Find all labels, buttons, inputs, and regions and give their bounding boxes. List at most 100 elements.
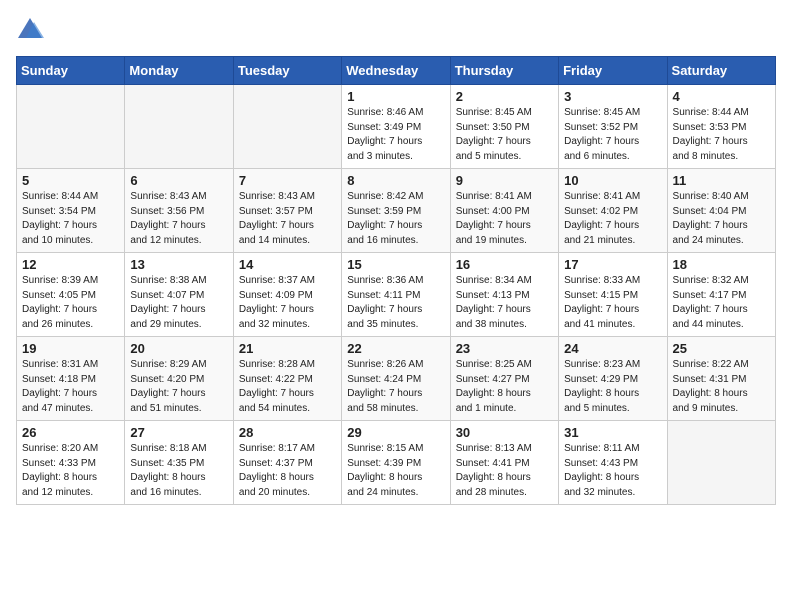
day-number: 7	[239, 173, 336, 188]
day-number: 9	[456, 173, 553, 188]
calendar-week-row: 19Sunrise: 8:31 AM Sunset: 4:18 PM Dayli…	[17, 337, 776, 421]
day-number: 1	[347, 89, 444, 104]
day-info: Sunrise: 8:41 AM Sunset: 4:02 PM Dayligh…	[564, 190, 661, 248]
day-info: Sunrise: 8:43 AM Sunset: 3:56 PM Dayligh…	[130, 190, 227, 248]
day-info: Sunrise: 8:18 AM Sunset: 4:35 PM Dayligh…	[130, 442, 227, 500]
day-number: 14	[239, 257, 336, 272]
calendar-cell: 25Sunrise: 8:22 AM Sunset: 4:31 PM Dayli…	[667, 337, 775, 421]
day-number: 29	[347, 425, 444, 440]
day-number: 20	[130, 341, 227, 356]
day-number: 23	[456, 341, 553, 356]
calendar-cell: 26Sunrise: 8:20 AM Sunset: 4:33 PM Dayli…	[17, 421, 125, 505]
day-info: Sunrise: 8:23 AM Sunset: 4:29 PM Dayligh…	[564, 358, 661, 416]
day-number: 27	[130, 425, 227, 440]
day-info: Sunrise: 8:13 AM Sunset: 4:41 PM Dayligh…	[456, 442, 553, 500]
calendar-cell: 3Sunrise: 8:45 AM Sunset: 3:52 PM Daylig…	[559, 85, 667, 169]
calendar-cell	[17, 85, 125, 169]
calendar-cell: 17 Sunrise: 8:33 AM Sunset: 4:15 PM Dayli…	[559, 253, 667, 337]
calendar-cell: 7 Sunrise: 8:43 AM Sunset: 3:57 PM Daylig…	[233, 169, 341, 253]
day-info: Sunrise: 8:36 AM Sunset: 4:11 PM Dayligh…	[347, 274, 444, 332]
calendar-cell: 4Sunrise: 8:44 AM Sunset: 3:53 PM Daylig…	[667, 85, 775, 169]
weekday-header: Saturday	[667, 57, 775, 85]
logo-icon	[16, 16, 44, 44]
day-number: 31	[564, 425, 661, 440]
day-number: 22	[347, 341, 444, 356]
calendar-cell: 6 Sunrise: 8:43 AM Sunset: 3:56 PM Daylig…	[125, 169, 233, 253]
day-info: Sunrise: 8:17 AM Sunset: 4:37 PM Dayligh…	[239, 442, 336, 500]
day-info: Sunrise: 8:11 AM Sunset: 4:43 PM Dayligh…	[564, 442, 661, 500]
calendar-cell: 23 Sunrise: 8:25 AM Sunset: 4:27 PM Dayli…	[450, 337, 558, 421]
calendar: SundayMondayTuesdayWednesdayThursdayFrid…	[16, 56, 776, 505]
weekday-header-row: SundayMondayTuesdayWednesdayThursdayFrid…	[17, 57, 776, 85]
logo	[16, 16, 48, 44]
day-number: 13	[130, 257, 227, 272]
day-info: Sunrise: 8:34 AM Sunset: 4:13 PM Dayligh…	[456, 274, 553, 332]
day-info: Sunrise: 8:29 AM Sunset: 4:20 PM Dayligh…	[130, 358, 227, 416]
calendar-cell: 27 Sunrise: 8:18 AM Sunset: 4:35 PM Dayli…	[125, 421, 233, 505]
day-number: 16	[456, 257, 553, 272]
calendar-cell: 19Sunrise: 8:31 AM Sunset: 4:18 PM Dayli…	[17, 337, 125, 421]
calendar-cell: 29 Sunrise: 8:15 AM Sunset: 4:39 PM Dayli…	[342, 421, 450, 505]
page-header	[16, 16, 776, 44]
day-number: 19	[22, 341, 119, 356]
calendar-cell: 21Sunrise: 8:28 AM Sunset: 4:22 PM Dayli…	[233, 337, 341, 421]
day-info: Sunrise: 8:15 AM Sunset: 4:39 PM Dayligh…	[347, 442, 444, 500]
day-info: Sunrise: 8:42 AM Sunset: 3:59 PM Dayligh…	[347, 190, 444, 248]
day-number: 26	[22, 425, 119, 440]
calendar-cell	[233, 85, 341, 169]
calendar-cell: 5 Sunrise: 8:44 AM Sunset: 3:54 PM Daylig…	[17, 169, 125, 253]
day-info: Sunrise: 8:39 AM Sunset: 4:05 PM Dayligh…	[22, 274, 119, 332]
day-number: 2	[456, 89, 553, 104]
calendar-week-row: 5 Sunrise: 8:44 AM Sunset: 3:54 PM Daylig…	[17, 169, 776, 253]
weekday-header: Sunday	[17, 57, 125, 85]
day-number: 10	[564, 173, 661, 188]
day-number: 21	[239, 341, 336, 356]
day-number: 24	[564, 341, 661, 356]
day-info: Sunrise: 8:26 AM Sunset: 4:24 PM Dayligh…	[347, 358, 444, 416]
calendar-cell: 30 Sunrise: 8:13 AM Sunset: 4:41 PM Dayli…	[450, 421, 558, 505]
day-info: Sunrise: 8:33 AM Sunset: 4:15 PM Dayligh…	[564, 274, 661, 332]
day-info: Sunrise: 8:43 AM Sunset: 3:57 PM Dayligh…	[239, 190, 336, 248]
day-number: 30	[456, 425, 553, 440]
day-info: Sunrise: 8:37 AM Sunset: 4:09 PM Dayligh…	[239, 274, 336, 332]
day-number: 6	[130, 173, 227, 188]
calendar-week-row: 12 Sunrise: 8:39 AM Sunset: 4:05 PM Dayli…	[17, 253, 776, 337]
calendar-cell: 1 Sunrise: 8:46 AM Sunset: 3:49 PM Daylig…	[342, 85, 450, 169]
calendar-week-row: 1 Sunrise: 8:46 AM Sunset: 3:49 PM Daylig…	[17, 85, 776, 169]
calendar-cell: 16 Sunrise: 8:34 AM Sunset: 4:13 PM Dayli…	[450, 253, 558, 337]
calendar-cell: 2 Sunrise: 8:45 AM Sunset: 3:50 PM Daylig…	[450, 85, 558, 169]
day-info: Sunrise: 8:40 AM Sunset: 4:04 PM Dayligh…	[673, 190, 770, 248]
calendar-cell: 8 Sunrise: 8:42 AM Sunset: 3:59 PM Daylig…	[342, 169, 450, 253]
day-number: 5	[22, 173, 119, 188]
calendar-cell: 11 Sunrise: 8:40 AM Sunset: 4:04 PM Dayli…	[667, 169, 775, 253]
day-number: 12	[22, 257, 119, 272]
day-number: 3	[564, 89, 661, 104]
day-info: Sunrise: 8:44 AM Sunset: 3:54 PM Dayligh…	[22, 190, 119, 248]
weekday-header: Tuesday	[233, 57, 341, 85]
day-number: 17	[564, 257, 661, 272]
calendar-cell: 24 Sunrise: 8:23 AM Sunset: 4:29 PM Dayli…	[559, 337, 667, 421]
day-number: 28	[239, 425, 336, 440]
calendar-cell: 12 Sunrise: 8:39 AM Sunset: 4:05 PM Dayli…	[17, 253, 125, 337]
day-info: Sunrise: 8:38 AM Sunset: 4:07 PM Dayligh…	[130, 274, 227, 332]
weekday-header: Thursday	[450, 57, 558, 85]
calendar-cell: 10 Sunrise: 8:41 AM Sunset: 4:02 PM Dayli…	[559, 169, 667, 253]
calendar-cell: 18Sunrise: 8:32 AM Sunset: 4:17 PM Dayli…	[667, 253, 775, 337]
day-info: Sunrise: 8:46 AM Sunset: 3:49 PM Dayligh…	[347, 106, 444, 164]
day-number: 18	[673, 257, 770, 272]
calendar-cell: 31 Sunrise: 8:11 AM Sunset: 4:43 PM Dayli…	[559, 421, 667, 505]
weekday-header: Monday	[125, 57, 233, 85]
day-number: 11	[673, 173, 770, 188]
calendar-week-row: 26Sunrise: 8:20 AM Sunset: 4:33 PM Dayli…	[17, 421, 776, 505]
day-info: Sunrise: 8:25 AM Sunset: 4:27 PM Dayligh…	[456, 358, 553, 416]
day-info: Sunrise: 8:44 AM Sunset: 3:53 PM Dayligh…	[673, 106, 770, 164]
calendar-cell	[125, 85, 233, 169]
calendar-cell	[667, 421, 775, 505]
calendar-cell: 15Sunrise: 8:36 AM Sunset: 4:11 PM Dayli…	[342, 253, 450, 337]
calendar-cell: 20 Sunrise: 8:29 AM Sunset: 4:20 PM Dayli…	[125, 337, 233, 421]
weekday-header: Wednesday	[342, 57, 450, 85]
day-info: Sunrise: 8:22 AM Sunset: 4:31 PM Dayligh…	[673, 358, 770, 416]
calendar-cell: 9Sunrise: 8:41 AM Sunset: 4:00 PM Daylig…	[450, 169, 558, 253]
day-number: 8	[347, 173, 444, 188]
day-info: Sunrise: 8:45 AM Sunset: 3:50 PM Dayligh…	[456, 106, 553, 164]
